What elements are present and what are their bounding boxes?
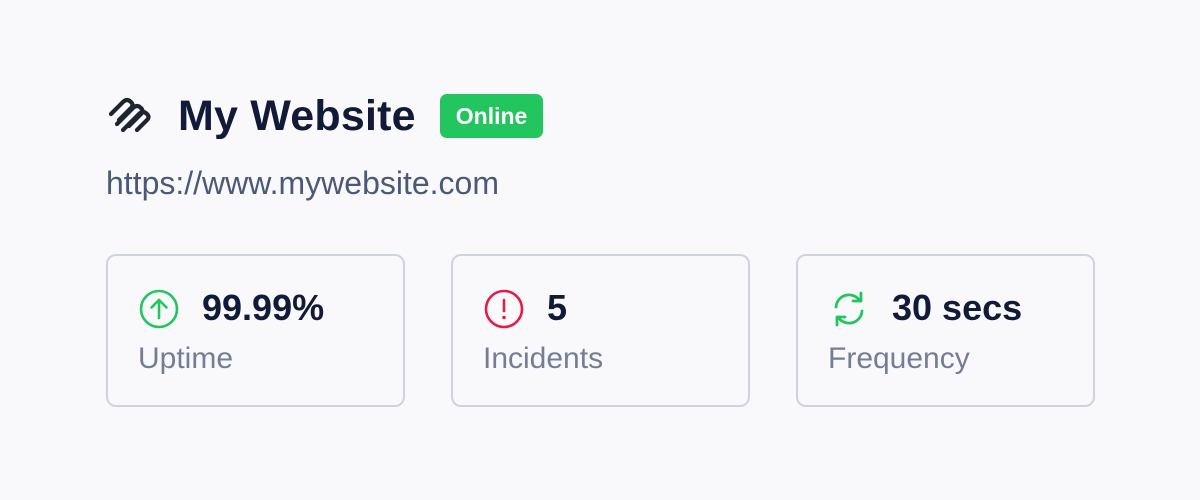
site-url[interactable]: https://www.mywebsite.com (106, 164, 499, 202)
frequency-label: Frequency (828, 342, 970, 375)
squarespace-logo-icon (106, 92, 154, 140)
refresh-icon (828, 288, 870, 330)
site-name: My Website (178, 92, 416, 140)
uptime-label: Uptime (138, 342, 234, 375)
incidents-card: 5 Incidents (451, 254, 750, 407)
alert-circle-icon (483, 288, 525, 330)
frequency-value: 30 secs (892, 287, 1023, 328)
uptime-value: 99.99% (202, 287, 325, 328)
incidents-value: 5 (547, 287, 568, 328)
uptime-card: 99.99% Uptime (106, 254, 405, 407)
frequency-card: 30 secs Frequency (796, 254, 1095, 407)
arrow-up-circle-icon (138, 288, 180, 330)
incidents-label: Incidents (483, 342, 604, 375)
status-badge: Online (439, 94, 544, 138)
monitor-page: My Website Online https://www.mywebsite.… (0, 0, 1200, 500)
site-header: My Website Online (106, 92, 544, 140)
stats-row: 99.99% Uptime 5 Incidents 30 secs Freque… (106, 254, 1095, 407)
